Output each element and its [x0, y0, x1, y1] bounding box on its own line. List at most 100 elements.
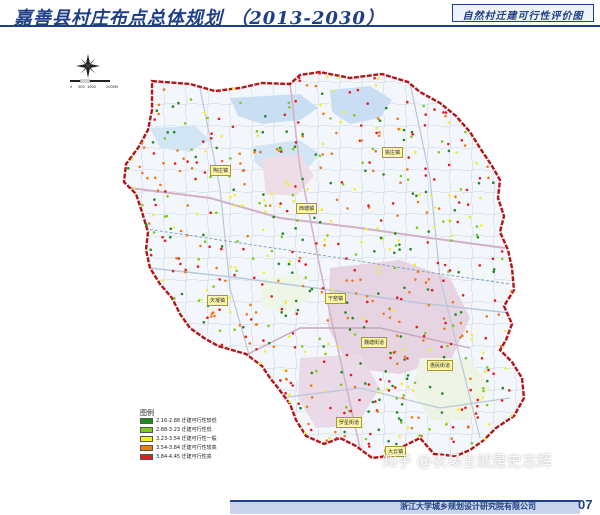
village-point: [149, 248, 152, 252]
county-map[interactable]: 0 500 1000 2000M: [0, 28, 600, 496]
legend-label: 2.16-2.88 迁建可行性较低: [156, 418, 217, 424]
scale-label: 2000M: [106, 85, 118, 89]
place-label-luoxing[interactable]: 罗星街道: [336, 417, 363, 428]
village-point: [392, 309, 395, 313]
village-point: [284, 377, 288, 381]
village-point: [510, 290, 513, 293]
place-label-ganyao[interactable]: 干窑镇: [325, 293, 347, 304]
village-point: [279, 202, 282, 205]
village-point: [326, 319, 330, 322]
village-point: [422, 334, 426, 338]
village-point: [292, 199, 295, 203]
village-point: [400, 403, 404, 406]
village-point: [437, 151, 441, 154]
village-point: [279, 147, 283, 151]
village-point: [451, 324, 455, 327]
village-point: [399, 181, 402, 184]
village-point: [301, 238, 305, 242]
village-point: [232, 188, 235, 191]
village-point: [469, 388, 473, 392]
village-point: [459, 188, 463, 191]
legend-item: 3.23-3.54 迁建可行性一般: [140, 436, 270, 443]
village-point: [359, 278, 362, 281]
village-point: [200, 298, 203, 301]
village-point: [429, 348, 433, 352]
village-point: [422, 339, 425, 342]
scale-label: 1000: [87, 85, 96, 89]
village-point: [426, 241, 430, 244]
village-point: [454, 313, 457, 316]
village-point: [300, 345, 304, 348]
village-point: [248, 342, 251, 345]
village-point: [375, 131, 378, 135]
village-point: [309, 384, 313, 387]
legend-swatch: [140, 427, 153, 433]
village-point: [433, 108, 436, 111]
village-point: [186, 234, 189, 237]
village-point: [374, 400, 377, 403]
village-point: [388, 307, 392, 311]
village-point: [210, 132, 213, 135]
village-point: [288, 393, 292, 397]
village-point: [299, 406, 302, 410]
village-point: [424, 190, 428, 194]
place-label-weitang[interactable]: 魏塘街道: [361, 337, 388, 348]
village-point: [368, 445, 371, 448]
village-point: [391, 202, 395, 205]
map-subtitle: 自然村迁建可行性评价图: [462, 11, 584, 22]
village-point: [310, 287, 314, 291]
village-point: [202, 321, 206, 324]
village-point: [186, 204, 190, 207]
place-label-tianning[interactable]: 天凝镇: [207, 295, 229, 306]
village-point: [245, 313, 249, 316]
village-point: [293, 145, 297, 148]
village-point: [345, 353, 349, 357]
village-point: [379, 219, 383, 222]
village-point: [460, 408, 464, 411]
village-point: [469, 377, 472, 381]
village-point: [373, 250, 376, 253]
village-point: [411, 132, 415, 136]
village-point: [444, 114, 447, 118]
place-label-yaozhuang[interactable]: 姚庄镇: [382, 147, 404, 158]
village-point: [294, 99, 298, 103]
village-point: [243, 182, 246, 186]
village-point: [304, 263, 308, 266]
village-point: [343, 434, 347, 438]
village-point: [254, 311, 258, 314]
village-point: [418, 193, 421, 196]
village-point: [161, 235, 164, 239]
village-point: [230, 265, 233, 269]
village-point: [393, 350, 397, 354]
village-point: [293, 346, 297, 349]
legend-item: 3.54-3.84 迁建可行性较高: [140, 445, 270, 452]
place-label-huimin[interactable]: 惠民街道: [427, 360, 454, 371]
village-point: [294, 141, 298, 144]
village-point: [360, 241, 363, 244]
village-point: [264, 210, 267, 213]
village-point: [210, 315, 213, 318]
village-point: [206, 116, 209, 120]
village-point: [329, 117, 332, 120]
village-point: [318, 154, 322, 158]
village-point: [442, 111, 445, 114]
village-point: [297, 259, 301, 263]
village-point: [294, 299, 298, 303]
village-point: [426, 288, 430, 291]
village-point: [476, 416, 480, 419]
village-point: [353, 113, 356, 117]
place-label-taozhuang[interactable]: 陶庄镇: [210, 165, 232, 176]
village-point: [500, 250, 504, 253]
village-point: [492, 181, 495, 184]
village-point: [184, 268, 187, 272]
village-point: [394, 232, 397, 235]
village-point: [395, 296, 399, 300]
village-point: [321, 142, 325, 146]
village-point: [326, 234, 329, 237]
place-label-xitang[interactable]: 西塘镇: [296, 203, 318, 214]
village-point: [424, 113, 428, 116]
village-point: [189, 98, 193, 101]
village-point: [284, 301, 287, 305]
village-point: [424, 174, 428, 177]
village-point: [442, 317, 446, 320]
